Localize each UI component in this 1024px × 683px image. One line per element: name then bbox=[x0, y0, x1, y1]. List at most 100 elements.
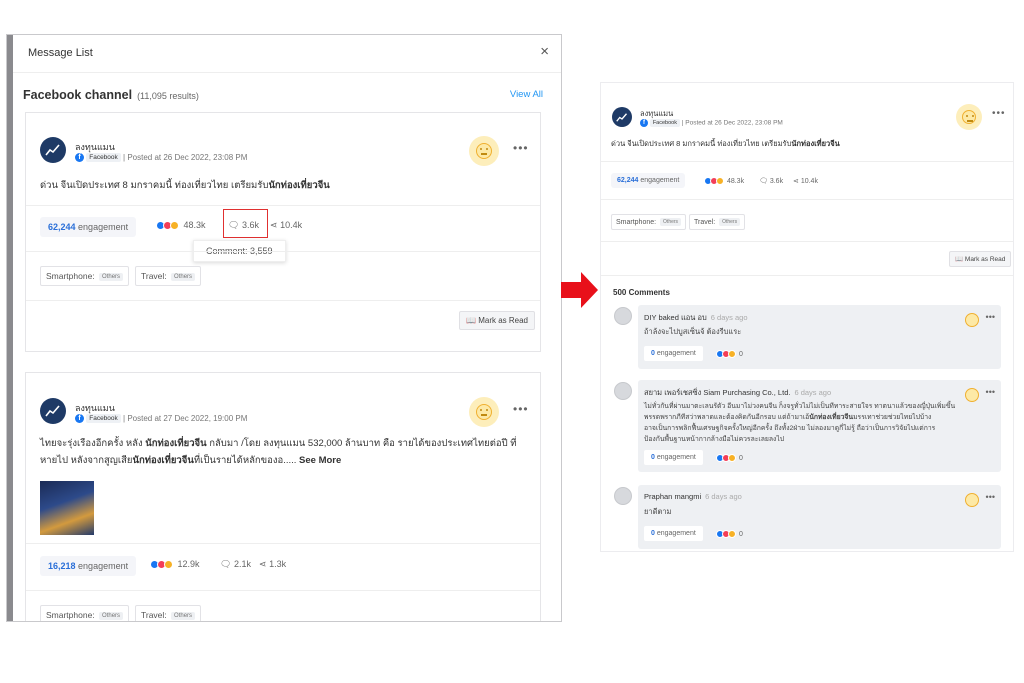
haha-icon bbox=[164, 560, 173, 570]
comment-item[interactable]: DIY baked แอน อบ 6 days ago ••• ถ้าล้งจะไ… bbox=[638, 305, 1001, 369]
haha-icon bbox=[716, 177, 724, 185]
post-card[interactable]: ลงทุนแมน f Facebook | Posted at 27 Dec 2… bbox=[25, 372, 541, 621]
modal-title: Message List bbox=[28, 47, 93, 59]
commenter-avatar bbox=[614, 382, 632, 400]
post-text: ด่วน จีนเปิดประเทศ 8 มกราคมนี้ ท่องเที่ย… bbox=[40, 177, 330, 194]
comment-item[interactable]: สยาม เพอร์เชสซิ่ง Siam Purchasing Co., L… bbox=[638, 380, 1001, 472]
share-icon: ⋖ bbox=[793, 178, 799, 185]
share-stat[interactable]: ⋖ 1.3k bbox=[259, 559, 286, 570]
facebook-icon: f bbox=[75, 414, 84, 424]
post-card[interactable]: ลงทุนแมน f Facebook | Posted at 26 Dec 2… bbox=[25, 112, 541, 352]
more-options-icon[interactable]: ••• bbox=[513, 141, 529, 155]
tag-smartphone[interactable]: Smartphone: Others bbox=[40, 266, 130, 286]
post-detail-panel: ลงทุนแมน f Facebook | Posted at 26 Dec 2… bbox=[600, 82, 1014, 552]
share-count: 10.4k bbox=[280, 220, 303, 230]
comment-text: ยาดีตาม bbox=[644, 507, 672, 516]
channel-count: (11,095 results) bbox=[137, 91, 199, 101]
engagement-badge: 16,218 engagement bbox=[40, 556, 137, 576]
book-icon: 📖 bbox=[466, 316, 476, 325]
engagement-count: 16,218 bbox=[48, 561, 76, 571]
post-text: ด่วน จีนเปิดประเทศ 8 มกราคมนี้ ท่องเที่ย… bbox=[611, 139, 840, 148]
tag-travel[interactable]: Travel: Others bbox=[689, 214, 746, 230]
modal-header: Message List × bbox=[13, 35, 561, 73]
more-options-icon[interactable]: ••• bbox=[513, 402, 529, 416]
share-count: 1.3k bbox=[269, 559, 287, 569]
comment-icon: 🗨 bbox=[759, 178, 768, 185]
reaction-summary[interactable]: 48.3k bbox=[704, 177, 744, 185]
platform-tag: Facebook bbox=[86, 414, 121, 424]
posted-at: | Posted at 26 Dec 2022, 23:08 PM bbox=[681, 119, 783, 127]
share-stat[interactable]: ⋖ 10.4k bbox=[270, 220, 302, 231]
post-text-plain: ด่วน จีนเปิดประเทศ 8 มกราคมนี้ ท่องเที่ย… bbox=[40, 180, 269, 191]
sentiment-neutral-icon[interactable] bbox=[965, 388, 979, 402]
facebook-icon: f bbox=[640, 119, 648, 127]
commenter-name: DIY baked แอน อบ 6 days ago bbox=[644, 313, 748, 322]
engagement-label: engagement bbox=[78, 222, 129, 232]
engagement-badge: 62,244 engagement bbox=[611, 173, 686, 188]
close-icon[interactable]: × bbox=[540, 43, 549, 60]
post-text: ไทยจะรุ่งเรืองอีกครั้ง หลัง นักท่องเที่ย… bbox=[40, 438, 517, 466]
book-icon: 📖 bbox=[955, 256, 964, 263]
comment-highlight-box bbox=[223, 209, 268, 238]
more-options-icon[interactable]: ••• bbox=[986, 492, 995, 502]
comment-item[interactable]: Praphan mangmi 6 days ago ••• ยาดีตาม 0 e… bbox=[638, 485, 1001, 549]
chart-trend-icon bbox=[616, 113, 628, 122]
comment-reactions[interactable]: 0 bbox=[716, 350, 743, 358]
reaction-summary[interactable]: 12.9k bbox=[150, 559, 200, 570]
comment-stat[interactable]: 🗨 2.1k bbox=[220, 559, 251, 570]
sentiment-neutral-icon[interactable] bbox=[956, 104, 982, 130]
tag-smartphone[interactable]: Smartphone: Others bbox=[611, 214, 687, 230]
message-list-modal: Message List × Facebook channel (11,095 r… bbox=[6, 34, 562, 622]
commenter-name: Praphan mangmi 6 days ago bbox=[644, 492, 742, 501]
commenter-name: สยาม เพอร์เชสซิ่ง Siam Purchasing Co., L… bbox=[644, 388, 832, 397]
reaction-count: 48.3k bbox=[183, 220, 206, 230]
facebook-icon: f bbox=[75, 153, 84, 163]
avatar bbox=[612, 107, 632, 127]
tag-travel[interactable]: Travel: Others bbox=[135, 605, 202, 621]
chart-trend-icon bbox=[45, 144, 60, 156]
view-all-link[interactable]: View All bbox=[510, 89, 543, 100]
reaction-count: 12.9k bbox=[177, 559, 200, 569]
comment-reactions[interactable]: 0 bbox=[716, 530, 743, 538]
sentiment-neutral-icon[interactable] bbox=[965, 493, 979, 507]
comments-title: 500 Comments bbox=[613, 288, 670, 297]
sentiment-neutral-icon[interactable] bbox=[965, 313, 979, 327]
mark-as-read-button[interactable]: 📖 Mark as Read bbox=[459, 311, 535, 330]
see-more-link[interactable]: See More bbox=[299, 455, 341, 466]
post-meta: f Facebook | Posted at 26 Dec 2022, 23:0… bbox=[75, 153, 248, 163]
comment-text: ไม่ทั่วกันที่ผ่านมาตะเลนรัตัว อีนมาไม่วง… bbox=[644, 403, 956, 443]
avatar bbox=[40, 398, 66, 424]
sentiment-neutral-icon[interactable] bbox=[469, 136, 499, 166]
comment-text: ถ้าล้งจะไปบูสเซ็นจ้ ต้องรีบแระ bbox=[644, 327, 742, 336]
comment-stat[interactable]: 🗨 3.6k bbox=[759, 177, 783, 185]
comment-reactions[interactable]: 0 bbox=[716, 454, 743, 462]
engagement-badge: 62,244 engagement bbox=[40, 217, 137, 237]
posted-at: | Posted at 26 Dec 2022, 23:08 PM bbox=[123, 153, 248, 162]
more-options-icon[interactable]: ••• bbox=[992, 108, 1006, 119]
reaction-summary[interactable]: 48.3k bbox=[156, 220, 206, 231]
tag-smartphone[interactable]: Smartphone: Others bbox=[40, 605, 130, 621]
comment-engagement: 0 engagement bbox=[644, 526, 703, 541]
author-name: ลงทุนแมน bbox=[75, 142, 115, 152]
sentiment-neutral-icon[interactable] bbox=[469, 397, 499, 427]
more-options-icon[interactable]: ••• bbox=[986, 312, 995, 322]
haha-icon bbox=[170, 221, 179, 231]
posted-at: | Posted at 27 Dec 2022, 19:00 PM bbox=[123, 414, 248, 423]
share-stat[interactable]: ⋖ 10.4k bbox=[793, 177, 818, 185]
post-image[interactable] bbox=[40, 481, 94, 535]
mark-as-read-button[interactable]: 📖 Mark as Read bbox=[949, 251, 1012, 267]
tag-travel[interactable]: Travel: Others bbox=[135, 266, 202, 286]
comment-engagement: 0 engagement bbox=[644, 346, 703, 361]
channel-name: Facebook channel bbox=[23, 88, 133, 102]
share-icon: ⋖ bbox=[270, 220, 278, 230]
platform-tag: Facebook bbox=[86, 153, 121, 163]
post-text-bold: นักท่องเที่ยวจีน bbox=[268, 180, 330, 191]
platform-tag: Facebook bbox=[649, 119, 680, 127]
more-options-icon[interactable]: ••• bbox=[986, 387, 995, 397]
comment-count: 2.1k bbox=[233, 559, 251, 569]
modal-scrollbar[interactable] bbox=[7, 35, 13, 621]
post-meta: f Facebook | Posted at 26 Dec 2022, 23:0… bbox=[640, 119, 783, 127]
commenter-avatar bbox=[614, 307, 632, 325]
comment-engagement: 0 engagement bbox=[644, 450, 703, 465]
engagement-label: engagement bbox=[78, 561, 129, 571]
